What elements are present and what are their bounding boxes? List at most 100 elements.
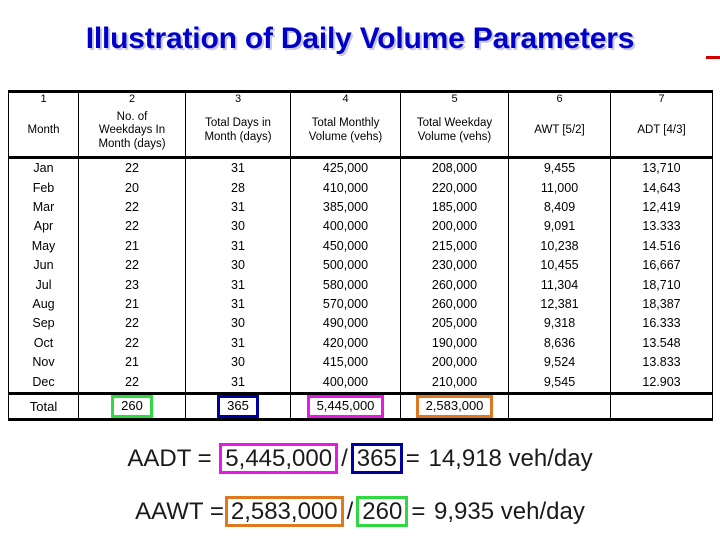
table-row: Jul 23 31 580,000 260,000 11,304 18,710 <box>8 275 713 295</box>
column-number-1: 1 <box>8 89 79 106</box>
cell-total-days: 30 <box>185 352 291 373</box>
cell-total-days: 31 <box>185 157 291 179</box>
cell-weekday-volume: 190,000 <box>400 333 509 353</box>
table-row: Aug 21 31 570,000 260,000 12,381 18,387 <box>8 294 713 315</box>
column-number-2: 2 <box>78 89 186 106</box>
cell-total-days: 31 <box>185 333 291 353</box>
cell-awt: 8,409 <box>508 197 611 218</box>
cell-monthly-volume: 500,000 <box>290 255 401 276</box>
highlight-box-total-days: 365 <box>217 394 259 418</box>
cell-month: Jun <box>8 255 79 276</box>
table-row: Mar 22 31 385,000 185,000 8,409 12,419 <box>8 197 713 218</box>
cell-month: May <box>8 236 79 256</box>
cell-monthly-volume: 415,000 <box>290 352 401 373</box>
column-header-weekdays-line3: Month (days) <box>98 137 166 150</box>
cell-adt: 12,419 <box>610 197 713 218</box>
highlight-box-weekday-volume: 2,583,000 <box>415 394 494 418</box>
cell-weekdays: 22 <box>78 333 186 353</box>
table-row: Apr 22 30 400,000 200,000 9,091 13.333 <box>8 217 713 237</box>
cell-weekdays: 22 <box>78 157 186 179</box>
cell-total-days: 30 <box>185 255 291 276</box>
formula-aadt-result: 14,918 veh/day <box>428 445 593 472</box>
cell-monthly-volume: 580,000 <box>290 275 401 295</box>
column-header-weekdays-line1: No. of <box>116 110 148 123</box>
cell-weekday-volume: 185,000 <box>400 197 509 218</box>
cell-adt: 14.516 <box>610 236 713 256</box>
cell-month: Apr <box>8 217 79 237</box>
column-number-4: 4 <box>290 89 401 106</box>
title-bar: Illustration of Daily Volume Parameters <box>0 22 720 56</box>
cell-total-days: 31 <box>185 236 291 256</box>
column-header-weekday-volume-line2: Volume (vehs) <box>417 130 492 143</box>
table-row: Nov 21 30 415,000 200,000 9,524 13.833 <box>8 352 713 373</box>
cell-weekday-volume: 200,000 <box>400 352 509 373</box>
column-label-row: Month No. of Weekdays In Month (days) To… <box>8 105 713 159</box>
table-row: Jan 22 31 425,000 208,000 9,455 13,710 <box>8 157 713 179</box>
table-row: Sep 22 30 490,000 205,000 9,318 16.333 <box>8 314 713 334</box>
table-body: Jan 22 31 425,000 208,000 9,455 13,710 Feb 20 28 4… <box>8 157 713 421</box>
cell-total-awt <box>508 391 611 421</box>
cell-monthly-volume: 385,000 <box>290 197 401 218</box>
cell-month: Dec <box>8 372 79 394</box>
cell-weekday-volume: 215,000 <box>400 236 509 256</box>
column-header-month: Month <box>8 105 79 159</box>
cell-weekday-volume: 205,000 <box>400 314 509 334</box>
cell-month: Nov <box>8 352 79 373</box>
cell-total-weekdays: 260 <box>78 391 186 421</box>
table-row: Jun 22 30 500,000 230,000 10,455 16,667 <box>8 255 713 276</box>
cell-weekday-volume: 260,000 <box>400 294 509 315</box>
formula-aawt: AAWT = 2,583,000/260 = 9,935 veh/day <box>0 496 720 528</box>
cell-total-days: 31 <box>185 372 291 394</box>
cell-weekdays: 23 <box>78 275 186 295</box>
column-header-monthly-volume: Total Monthly Volume (vehs) <box>290 105 401 159</box>
cell-total-monthly-volume: 5,445,000 <box>290 391 401 421</box>
cell-weekdays: 20 <box>78 178 186 198</box>
column-header-adt: ADT [4/3] <box>610 105 713 159</box>
cell-weekday-volume: 230,000 <box>400 255 509 276</box>
cell-adt: 18,710 <box>610 275 713 295</box>
cell-total-adt <box>610 391 713 421</box>
column-header-total-days-line2: Month (days) <box>204 130 272 143</box>
column-number-3: 3 <box>185 89 291 106</box>
formula-aadt-label: AADT = <box>127 445 212 472</box>
cell-awt: 9,524 <box>508 352 611 373</box>
column-header-weekdays: No. of Weekdays In Month (days) <box>78 105 186 159</box>
column-header-awt-line1: AWT [5/2] <box>534 124 585 137</box>
column-header-weekday-volume-line1: Total Weekday <box>416 117 493 130</box>
cell-adt: 12.903 <box>610 372 713 394</box>
cell-total-total-days: 365 <box>185 391 291 421</box>
column-number-6: 6 <box>508 89 611 106</box>
cell-awt: 10,238 <box>508 236 611 256</box>
cell-month: Oct <box>8 333 79 353</box>
cell-weekday-volume: 220,000 <box>400 178 509 198</box>
cell-weekdays: 21 <box>78 236 186 256</box>
cell-month: Feb <box>8 178 79 198</box>
formula-aawt-numerator: 2,583,000 <box>224 496 344 528</box>
column-number-row: 1 2 3 4 5 6 7 <box>8 89 713 106</box>
cell-weekdays: 22 <box>78 314 186 334</box>
column-header-total-days-line1: Total Days in <box>205 117 271 130</box>
cell-adt: 13,710 <box>610 157 713 179</box>
cell-total-weekday-volume: 2,583,000 <box>400 391 509 421</box>
cell-awt: 11,000 <box>508 178 611 198</box>
cell-monthly-volume: 425,000 <box>290 157 401 179</box>
table-row: May 21 31 450,000 215,000 10,238 14.516 <box>8 236 713 256</box>
cell-awt: 9,455 <box>508 157 611 179</box>
highlight-box-monthly-volume: 5,445,000 <box>306 394 385 418</box>
column-header-total-days: Total Days in Month (days) <box>185 105 291 159</box>
title-accent-rule <box>706 56 720 59</box>
cell-monthly-volume: 410,000 <box>290 178 401 198</box>
cell-awt: 8,636 <box>508 333 611 353</box>
column-header-adt-line1: ADT [4/3] <box>637 124 686 137</box>
cell-total-days: 31 <box>185 275 291 295</box>
formula-aawt-divider: / <box>346 498 354 525</box>
cell-awt: 11,304 <box>508 275 611 295</box>
column-header-month-line1: Month <box>27 124 60 137</box>
column-number-5: 5 <box>400 89 509 106</box>
cell-monthly-volume: 400,000 <box>290 372 401 394</box>
formula-aawt-equals: = <box>411 498 426 525</box>
cell-adt: 16.333 <box>610 314 713 334</box>
column-header-awt: AWT [5/2] <box>508 105 611 159</box>
cell-weekdays: 22 <box>78 197 186 218</box>
formula-aawt-result: 9,935 veh/day <box>434 498 585 525</box>
